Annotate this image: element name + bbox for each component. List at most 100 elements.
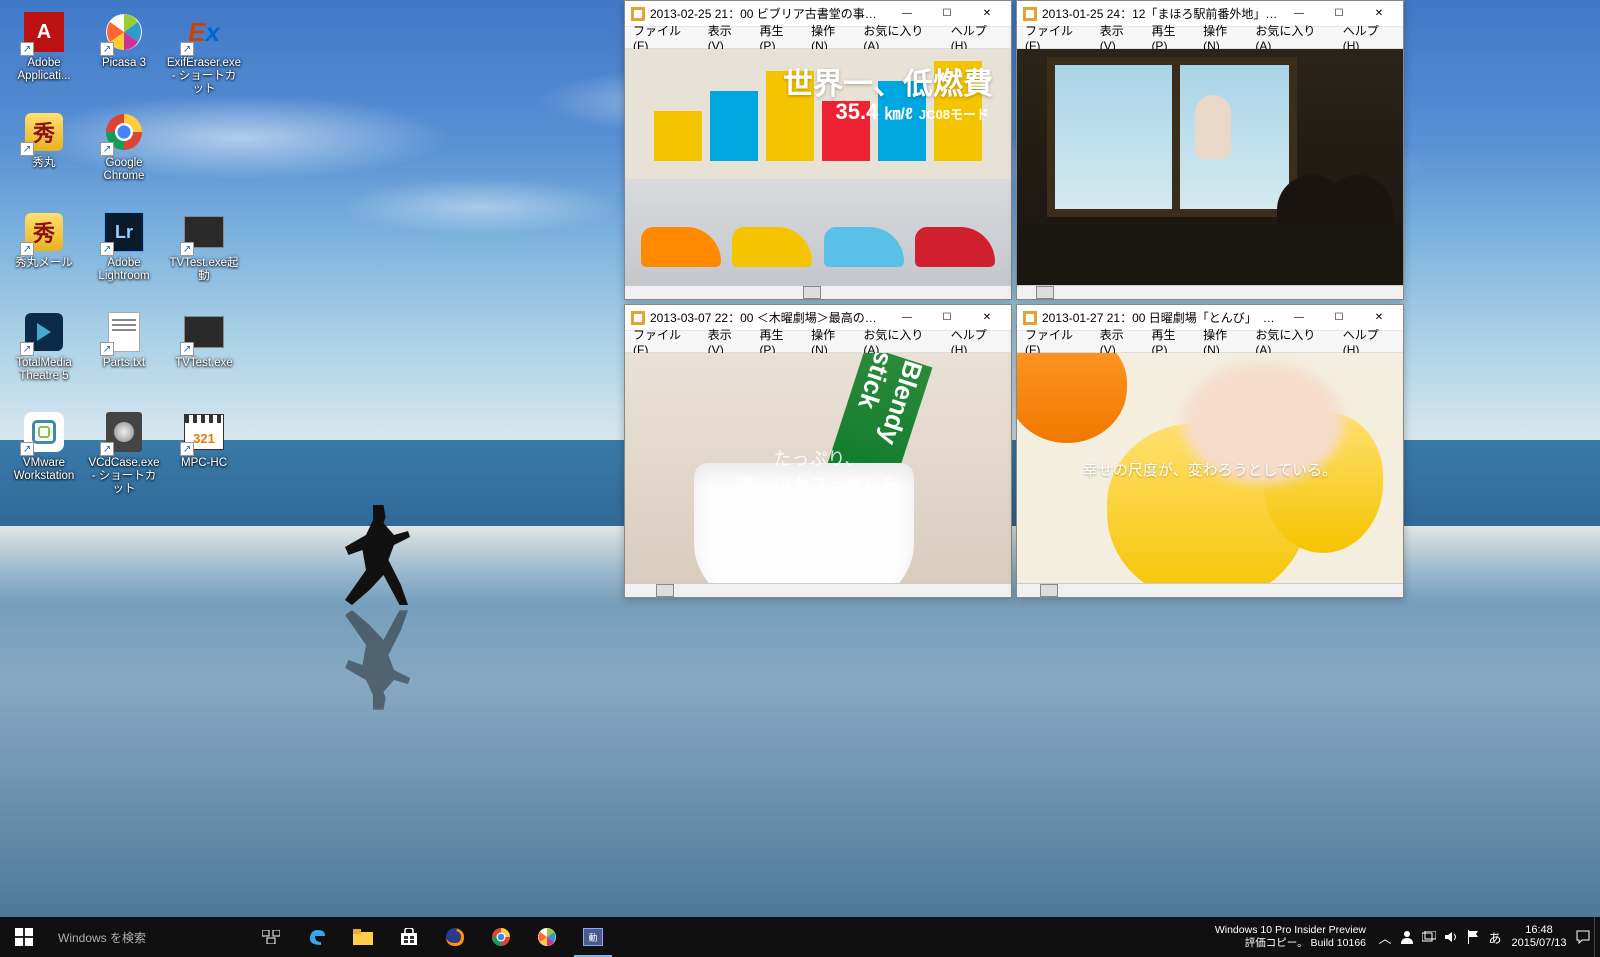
shortcut-arrow-icon: ↗ bbox=[100, 42, 114, 56]
player-window-3[interactable]: 2013-03-07 22：00 ＜木曜劇場＞最高の離婚 ＃０９.ts — ☐ … bbox=[624, 304, 1012, 598]
shortcut-arrow-icon: ↗ bbox=[180, 42, 194, 56]
seekbar[interactable] bbox=[1017, 583, 1403, 597]
desktop-icon-vcdcase[interactable]: ↗VCdCase.exe - ショートカット bbox=[84, 404, 164, 504]
hidemaru-mail-icon: 秀↗ bbox=[22, 210, 66, 254]
shortcut-arrow-icon: ↗ bbox=[100, 142, 114, 156]
vmware-icon: ↗ bbox=[22, 410, 66, 454]
chrome-button[interactable] bbox=[478, 917, 524, 957]
icon-label: TVTest.exe bbox=[175, 357, 233, 370]
desktop-icon-hidemaru-mail[interactable]: 秀↗秀丸メール bbox=[4, 204, 84, 304]
icon-label: VCdCase.exe - ショートカット bbox=[86, 457, 162, 497]
tray-network-icon[interactable] bbox=[1418, 917, 1440, 957]
ime-indicator[interactable]: あ bbox=[1484, 917, 1506, 957]
tvtest-launch-icon: ↗ bbox=[182, 210, 226, 254]
desktop-icon-hidemaru[interactable]: 秀↗ 秀丸 bbox=[4, 104, 84, 204]
icon-label: MPC-HC bbox=[181, 457, 227, 470]
shortcut-arrow-icon: ↗ bbox=[180, 342, 194, 356]
tvtest-button[interactable]: 動 bbox=[570, 917, 616, 957]
desktop-icon-exif-eraser[interactable]: Ex↗ExifEraser.exe - ショートカット bbox=[164, 4, 244, 104]
shortcut-arrow-icon: ↗ bbox=[20, 142, 34, 156]
app-icon bbox=[1023, 311, 1037, 325]
task-view-button[interactable] bbox=[248, 917, 294, 957]
icon-label: 秀丸 bbox=[33, 157, 56, 170]
store-button[interactable] bbox=[386, 917, 432, 957]
icon-label: ExifEraser.exe - ショートカット bbox=[166, 57, 242, 97]
desktop-icon-tvtest[interactable]: ↗TVTest.exe bbox=[164, 304, 244, 404]
menubar: ファイル(F) 表示(V) 再生(P) 操作(N) お気に入り(A) ヘルプ(H… bbox=[1017, 27, 1403, 49]
firefox-button[interactable] bbox=[432, 917, 478, 957]
desktop-icon-parts-txt[interactable]: ↗Parts.txt bbox=[84, 304, 164, 404]
icon-label: Parts.txt bbox=[103, 357, 145, 370]
action-center-icon[interactable] bbox=[1572, 917, 1594, 957]
video-area[interactable] bbox=[1017, 49, 1403, 285]
desktop-icon-mpc-hc[interactable]: 321↗ MPC-HC bbox=[164, 404, 244, 504]
window-title: 2013-01-27 21：00 日曜劇場「とんび」 第３話.ts bbox=[1042, 309, 1279, 326]
menubar: ファイル(F) 表示(V) 再生(P) 操作(N) お気に入り(A) ヘルプ(H… bbox=[1017, 331, 1403, 353]
window-title: 2013-02-25 21：00 ビブリア古書堂の事件手帖 ＃０７.ts bbox=[650, 5, 887, 22]
watermark: Windows 10 Pro Insider Preview 評価コピー。 Bu… bbox=[1207, 922, 1374, 951]
video-area[interactable]: 幸せの尺度が、変わろうとしている。 bbox=[1017, 353, 1403, 583]
ad-copy: たっぷり、濃〜いカフェオレを bbox=[737, 445, 899, 497]
tray-flag-icon[interactable] bbox=[1462, 917, 1484, 957]
totalmedia-icon: ↗ bbox=[22, 310, 66, 354]
shortcut-arrow-icon: ↗ bbox=[20, 242, 34, 256]
ad-headline: 世界一、低燃費 bbox=[783, 59, 993, 103]
ad-value: 35.4 ㎞/ℓ JC08モード bbox=[836, 99, 989, 125]
taskbar: Windows を検索 動 Windows 10 Pro Insider Pre… bbox=[0, 917, 1600, 957]
icon-label: TotalMedia Theatre 5 bbox=[6, 357, 82, 383]
shortcut-arrow-icon: ↗ bbox=[100, 442, 114, 456]
seekbar[interactable] bbox=[625, 583, 1011, 597]
app-icon bbox=[631, 311, 645, 325]
vcdcase-icon: ↗ bbox=[102, 410, 146, 454]
exif-eraser-icon: Ex↗ bbox=[182, 10, 226, 54]
icon-label: Adobe Lightroom bbox=[86, 257, 162, 283]
desktop-icon-chrome[interactable]: ↗Google Chrome bbox=[84, 104, 164, 204]
shortcut-arrow-icon: ↗ bbox=[20, 42, 34, 56]
tray-people-icon[interactable] bbox=[1396, 917, 1418, 957]
video-area[interactable]: 世界一、低燃費 35.4 ㎞/ℓ JC08モード bbox=[625, 49, 1011, 285]
player-window-4[interactable]: 2013-01-27 21：00 日曜劇場「とんび」 第３話.ts — ☐ ✕ … bbox=[1016, 304, 1404, 598]
seekbar[interactable] bbox=[1017, 285, 1403, 299]
window-title: 2013-01-25 24：12「まほろ駅前番外地」第３話 ドラマ２４第３... bbox=[1042, 5, 1279, 22]
picasa-button[interactable] bbox=[524, 917, 570, 957]
desktop-icon-vmware[interactable]: ↗VMware Workstation bbox=[4, 404, 84, 504]
app-icon bbox=[631, 7, 645, 21]
shortcut-arrow-icon: ↗ bbox=[180, 442, 194, 456]
desktop-icon-tvtest-launch[interactable]: ↗TVTest.exe起動 bbox=[164, 204, 244, 304]
desktop-icon-lightroom[interactable]: Lr↗ Adobe Lightroom bbox=[84, 204, 164, 304]
clock[interactable]: 16:482015/07/13 bbox=[1506, 924, 1572, 950]
player-window-2[interactable]: 2013-01-25 24：12「まほろ駅前番外地」第３話 ドラマ２４第３...… bbox=[1016, 0, 1404, 300]
desktop-icon-adobe-app[interactable]: A↗Adobe Applicati... bbox=[4, 4, 84, 104]
desktop-icon-picasa[interactable]: ↗Picasa 3 bbox=[84, 4, 164, 104]
picasa-icon: ↗ bbox=[102, 10, 146, 54]
menubar: ファイル(F) 表示(V) 再生(P) 操作(N) お気に入り(A) ヘルプ(H… bbox=[625, 331, 1011, 353]
hidemaru-icon: 秀↗ bbox=[22, 110, 66, 154]
mpc-hc-icon: 321↗ bbox=[182, 410, 226, 454]
menubar: ファイル(F) 表示(V) 再生(P) 操作(N) お気に入り(A) ヘルプ(H… bbox=[625, 27, 1011, 49]
system-tray: Windows 10 Pro Insider Preview 評価コピー。 Bu… bbox=[1207, 917, 1600, 957]
icon-label: TVTest.exe起動 bbox=[166, 257, 242, 283]
player-window-1[interactable]: 2013-02-25 21：00 ビブリア古書堂の事件手帖 ＃０７.ts — ☐… bbox=[624, 0, 1012, 300]
start-button[interactable] bbox=[0, 917, 48, 957]
app-icon bbox=[1023, 7, 1037, 21]
window-title: 2013-03-07 22：00 ＜木曜劇場＞最高の離婚 ＃０９.ts bbox=[650, 309, 887, 326]
show-desktop-button[interactable] bbox=[1594, 917, 1600, 957]
icon-label: Google Chrome bbox=[86, 157, 162, 183]
shortcut-arrow-icon: ↗ bbox=[180, 242, 194, 256]
icon-label: VMware Workstation bbox=[6, 457, 82, 483]
shortcut-arrow-icon: ↗ bbox=[20, 442, 34, 456]
parts-txt-icon: ↗ bbox=[102, 310, 146, 354]
lightroom-icon: Lr↗ bbox=[102, 210, 146, 254]
seekbar[interactable] bbox=[625, 285, 1011, 299]
search-box[interactable]: Windows を検索 bbox=[48, 917, 248, 957]
shortcut-arrow-icon: ↗ bbox=[100, 342, 114, 356]
video-area[interactable]: Blendy stick たっぷり、濃〜いカフェオレを bbox=[625, 353, 1011, 583]
desktop-icon-totalmedia[interactable]: ↗ TotalMedia Theatre 5 bbox=[4, 304, 84, 404]
tray-chevron-icon[interactable]: ︿ bbox=[1374, 917, 1396, 957]
explorer-button[interactable] bbox=[340, 917, 386, 957]
adobe-app-icon: A↗ bbox=[22, 10, 66, 54]
tray-volume-icon[interactable] bbox=[1440, 917, 1462, 957]
edge-button[interactable] bbox=[294, 917, 340, 957]
caption: 幸せの尺度が、変わろうとしている。 bbox=[1083, 459, 1337, 480]
tvtest-icon: ↗ bbox=[182, 310, 226, 354]
